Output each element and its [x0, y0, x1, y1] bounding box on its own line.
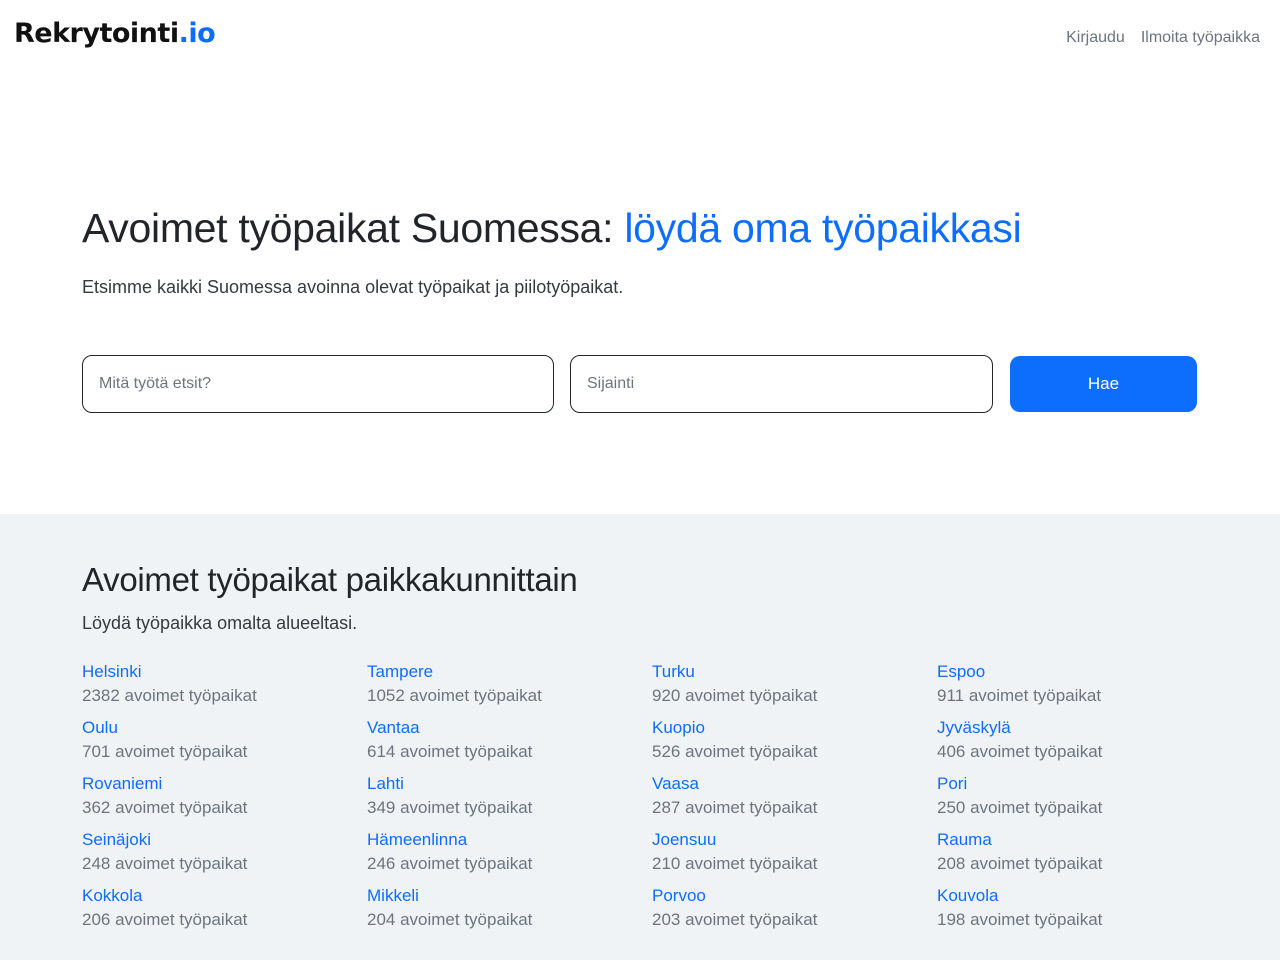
- city-item: Rovaniemi 362 avoimet työpaikat: [82, 772, 367, 828]
- city-job-count: 248 avoimet työpaikat: [82, 854, 248, 873]
- cities-subtitle: Löydä työpaikka omalta alueeltasi.: [82, 613, 358, 633]
- city-job-count: 349 avoimet työpaikat: [367, 798, 533, 817]
- city-job-count: 287 avoimet työpaikat: [652, 798, 818, 817]
- city-link[interactable]: Jyväskylä: [937, 716, 1222, 740]
- city-link[interactable]: Mikkeli: [367, 884, 652, 908]
- job-search-form: Hae: [82, 355, 1198, 413]
- city-item: Kokkola 206 avoimet työpaikat: [82, 884, 367, 940]
- hero-title: Avoimet työpaikat Suomessa: löydä oma ty…: [82, 200, 1198, 256]
- city-job-count: 911 avoimet työpaikat: [937, 686, 1102, 705]
- city-grid: Helsinki 2382 avoimet työpaikat Tampere 10…: [82, 660, 1222, 940]
- city-link[interactable]: Rovaniemi: [82, 772, 367, 796]
- hero-title-main: Avoimet työpaikat Suomessa:: [82, 205, 625, 251]
- city-item: Hämeenlinna 246 avoimet työpaikat: [367, 828, 652, 884]
- logo-accent-text: .io: [178, 18, 216, 49]
- city-link[interactable]: Kokkola: [82, 884, 367, 908]
- city-link[interactable]: Helsinki: [82, 660, 367, 684]
- city-job-count: 1052 avoimet työpaikat: [367, 686, 542, 705]
- city-job-count: 2382 avoimet työpaikat: [82, 686, 257, 705]
- city-item: Joensuu 210 avoimet työpaikat: [652, 828, 937, 884]
- city-item: Kouvola 198 avoimet työpaikat: [937, 884, 1222, 940]
- city-job-count: 362 avoimet työpaikat: [82, 798, 248, 817]
- city-link[interactable]: Tampere: [367, 660, 652, 684]
- city-item: Kuopio 526 avoimet työpaikat: [652, 716, 937, 772]
- hero-subtitle: Etsimme kaikki Suomessa avoinna olevat t…: [82, 277, 624, 297]
- city-item: Helsinki 2382 avoimet työpaikat: [82, 660, 367, 716]
- city-link[interactable]: Hämeenlinna: [367, 828, 652, 852]
- city-link[interactable]: Oulu: [82, 716, 367, 740]
- city-link[interactable]: Pori: [937, 772, 1222, 796]
- city-job-count: 246 avoimet työpaikat: [367, 854, 533, 873]
- city-job-count: 526 avoimet työpaikat: [652, 742, 818, 761]
- city-job-count: 614 avoimet työpaikat: [367, 742, 533, 761]
- main-nav: Kirjaudu Ilmoita työpaikka: [1066, 26, 1260, 50]
- location-input[interactable]: [570, 355, 993, 413]
- city-link[interactable]: Espoo: [937, 660, 1222, 684]
- city-link[interactable]: Seinäjoki: [82, 828, 367, 852]
- city-item: Espoo 911 avoimet työpaikat: [937, 660, 1222, 716]
- city-item: Mikkeli 204 avoimet työpaikat: [367, 884, 652, 940]
- city-link[interactable]: Joensuu: [652, 828, 937, 852]
- city-item: Turku 920 avoimet työpaikat: [652, 660, 937, 716]
- city-link[interactable]: Kouvola: [937, 884, 1222, 908]
- city-link[interactable]: Turku: [652, 660, 937, 684]
- city-item: Seinäjoki 248 avoimet työpaikat: [82, 828, 367, 884]
- city-link[interactable]: Vantaa: [367, 716, 652, 740]
- city-link[interactable]: Porvoo: [652, 884, 937, 908]
- city-job-count: 920 avoimet työpaikat: [652, 686, 818, 705]
- hero-title-accent: löydä oma työpaikkasi: [624, 205, 1022, 251]
- city-item: Vaasa 287 avoimet työpaikat: [652, 772, 937, 828]
- city-job-count: 198 avoimet työpaikat: [937, 910, 1103, 929]
- logo-main-text: Rekrytointi: [14, 18, 179, 49]
- search-button[interactable]: Hae: [1010, 356, 1197, 412]
- city-item: Pori 250 avoimet työpaikat: [937, 772, 1222, 828]
- city-job-count: 203 avoimet työpaikat: [652, 910, 818, 929]
- job-query-input[interactable]: [82, 355, 554, 413]
- city-item: Oulu 701 avoimet työpaikat: [82, 716, 367, 772]
- city-link[interactable]: Vaasa: [652, 772, 937, 796]
- site-header: Rekrytointi.io Kirjaudu Ilmoita työpaikk…: [0, 0, 1280, 76]
- city-item: Tampere 1052 avoimet työpaikat: [367, 660, 652, 716]
- cities-section: Avoimet työpaikat paikkakunnittain Löydä…: [0, 514, 1280, 960]
- city-job-count: 210 avoimet työpaikat: [652, 854, 818, 873]
- post-job-link[interactable]: Ilmoita työpaikka: [1141, 26, 1260, 50]
- city-link[interactable]: Rauma: [937, 828, 1222, 852]
- city-job-count: 204 avoimet työpaikat: [367, 910, 533, 929]
- city-item: Vantaa 614 avoimet työpaikat: [367, 716, 652, 772]
- city-job-count: 208 avoimet työpaikat: [937, 854, 1103, 873]
- city-link[interactable]: Lahti: [367, 772, 652, 796]
- city-link[interactable]: Kuopio: [652, 716, 937, 740]
- city-job-count: 701 avoimet työpaikat: [82, 742, 248, 761]
- login-link[interactable]: Kirjaudu: [1066, 26, 1125, 50]
- city-item: Jyväskylä 406 avoimet työpaikat: [937, 716, 1222, 772]
- city-job-count: 250 avoimet työpaikat: [937, 798, 1103, 817]
- site-logo[interactable]: Rekrytointi.io: [14, 16, 216, 52]
- city-job-count: 206 avoimet työpaikat: [82, 910, 248, 929]
- hero-section: Avoimet työpaikat Suomessa: löydä oma ty…: [82, 200, 1198, 300]
- city-item: Lahti 349 avoimet työpaikat: [367, 772, 652, 828]
- city-item: Rauma 208 avoimet työpaikat: [937, 828, 1222, 884]
- city-job-count: 406 avoimet työpaikat: [937, 742, 1103, 761]
- city-item: Porvoo 203 avoimet työpaikat: [652, 884, 937, 940]
- cities-title: Avoimet työpaikat paikkakunnittain: [82, 561, 578, 598]
